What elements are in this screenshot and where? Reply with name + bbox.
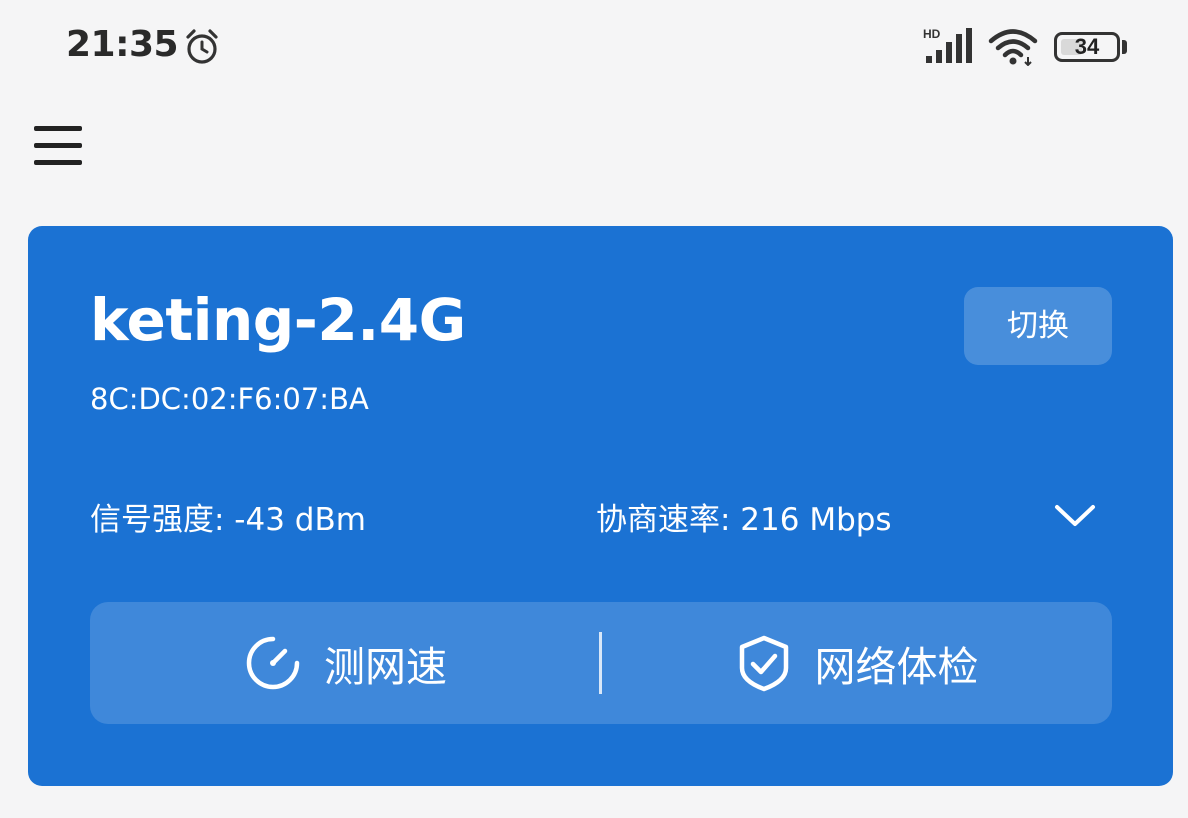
wifi-signal-icon (988, 29, 1038, 66)
battery-level: 34 (1074, 34, 1100, 59)
menu-line (34, 126, 82, 131)
network-bssid: 8C:DC:02:F6:07:BA (90, 382, 369, 416)
signal-strength: 信号强度: -43 dBm (90, 502, 366, 538)
network-ssid: keting-2.4G (90, 286, 466, 354)
status-time: 21:35 (66, 24, 179, 65)
speedometer-icon (246, 636, 300, 690)
shield-check-icon (739, 635, 788, 692)
network-check-label: 网络体检 (814, 643, 979, 691)
battery-icon: 34 (1054, 30, 1130, 64)
action-bar: 测网速 网络体检 (90, 602, 1112, 724)
chevron-down-icon[interactable] (1052, 496, 1098, 534)
cellular-signal-icon: HD (923, 27, 972, 63)
network-check-button[interactable]: 网络体检 (601, 602, 1112, 724)
menu-line (34, 143, 82, 148)
status-bar: 21:35 HD 34 (0, 0, 1188, 100)
switch-network-button[interactable]: 切换 (964, 287, 1112, 365)
speed-test-button[interactable]: 测网速 (90, 602, 601, 724)
network-badge: HD (923, 27, 941, 41)
menu-line (34, 160, 82, 165)
battery-cap (1122, 40, 1127, 54)
speed-test-label: 测网速 (324, 643, 447, 691)
wifi-info-card: keting-2.4G 8C:DC:02:F6:07:BA 切换 信号强度: -… (28, 226, 1173, 786)
hamburger-menu-icon[interactable] (28, 116, 88, 176)
alarm-clock-icon (186, 29, 218, 64)
link-rate: 协商速率: 216 Mbps (596, 502, 892, 538)
